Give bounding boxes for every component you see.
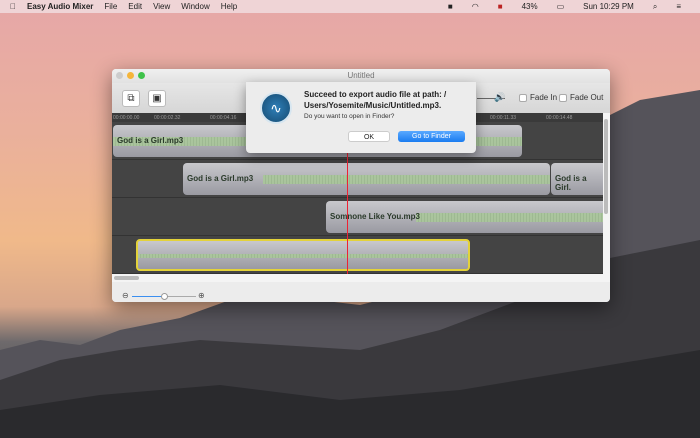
import-icon: ⧉ (127, 93, 135, 104)
ruler-label: 00:00:11.33 (490, 115, 517, 121)
audio-clip[interactable]: Somnone Like You.mp3 (326, 201, 603, 233)
flag-icon[interactable]: ■ (498, 2, 503, 11)
close-button[interactable] (116, 72, 123, 79)
audio-clip-selected[interactable] (136, 239, 470, 271)
ruler-label: 00:00:14.48 (546, 115, 573, 121)
import-button[interactable]: ⧉ (122, 90, 140, 107)
wifi-icon[interactable]: ◠ (472, 2, 479, 11)
clip-label: God is a Girl.mp3 (187, 174, 254, 183)
speaker-icon: 🔊 (494, 92, 506, 102)
clock[interactable]: Sun 10:29 PM (583, 2, 634, 11)
menu-bar:  Easy Audio Mixer File Edit View Window… (0, 0, 700, 13)
export-success-dialog: ∿ Succeed to export audio file at path: … (246, 82, 476, 153)
menu-file[interactable]: File (104, 2, 117, 11)
track-row (112, 236, 603, 274)
app-status-icon[interactable]: ■ (448, 2, 453, 11)
vertical-scrollbar[interactable] (603, 113, 610, 282)
ok-button[interactable]: OK (348, 131, 390, 142)
minimize-button[interactable] (127, 72, 134, 79)
clip-label: God is a Girl.mp3 (117, 136, 184, 145)
save-icon: ▣ (152, 93, 162, 104)
fade-out-label: Fade Out (570, 93, 604, 102)
go-to-finder-button[interactable]: Go to Finder (398, 131, 465, 142)
zoom-in-icon[interactable]: ⊕ (198, 291, 205, 300)
menu-edit[interactable]: Edit (128, 2, 142, 11)
save-button[interactable]: ▣ (148, 90, 166, 107)
battery-icon[interactable]: ▭ (557, 2, 565, 11)
zoom-bar: ⊖ ⊕ (112, 282, 610, 302)
apple-icon[interactable]:  (10, 2, 16, 11)
zoom-button[interactable] (138, 72, 145, 79)
app-waveform-icon: ∿ (260, 92, 292, 124)
window-title: Untitled (347, 71, 375, 80)
clip-label: God is a Girl. (555, 174, 587, 192)
track-row: God is a Girl.mp3 God is a Girl. (112, 160, 603, 198)
fade-in-checkbox[interactable]: Fade In (519, 93, 557, 102)
notification-center-icon[interactable]: ≡ (676, 2, 681, 11)
ruler-label: 00:00:02.32 (154, 115, 181, 121)
track-row: Somnone Like You.mp3 (112, 198, 603, 236)
menu-app[interactable]: Easy Audio Mixer (27, 2, 93, 11)
audio-clip[interactable]: God is a Girl.mp3 (183, 163, 550, 195)
fade-out-checkbox[interactable]: Fade Out (559, 93, 603, 102)
dialog-message: Do you want to open in Finder? (304, 113, 395, 120)
battery-percent: 43% (521, 2, 538, 11)
dialog-title: Succeed to export audio file at path: / … (304, 90, 447, 110)
zoom-out-icon[interactable]: ⊖ (122, 291, 129, 300)
title-bar: Untitled (112, 69, 610, 83)
zoom-slider[interactable] (132, 293, 196, 300)
audio-clip[interactable]: God is a Girl. (551, 163, 603, 195)
spotlight-icon[interactable]: ⌕ (653, 2, 657, 12)
ruler-label: 00:00:04.16 (210, 115, 237, 121)
menu-help[interactable]: Help (221, 2, 237, 11)
clip-label: Somnone Like You.mp3 (330, 212, 420, 221)
fade-in-label: Fade In (530, 93, 558, 102)
menu-view[interactable]: View (153, 2, 170, 11)
horizontal-scrollbar[interactable] (112, 274, 603, 282)
menu-window[interactable]: Window (181, 2, 209, 11)
ruler-label: 00:00:00.00 (113, 115, 140, 121)
